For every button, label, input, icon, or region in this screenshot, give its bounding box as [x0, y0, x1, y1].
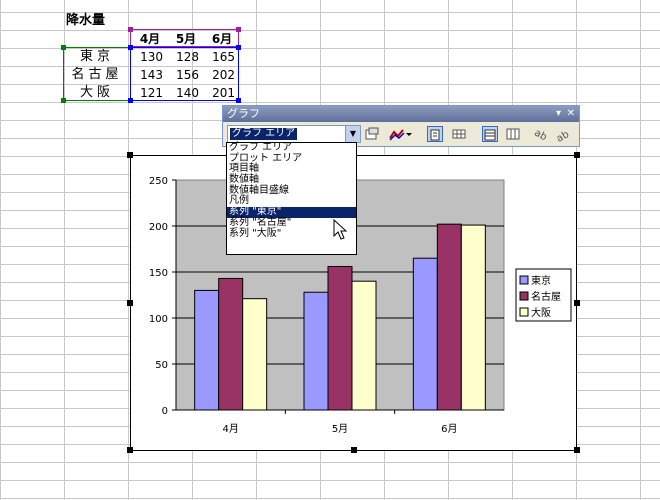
chart-resize-handle[interactable]: [574, 447, 580, 453]
bar-大阪: [460, 224, 486, 411]
bar-東京: [194, 289, 220, 411]
chart-objects-combo-value: グラフ エリア: [230, 128, 298, 140]
chart-type-icon[interactable]: [389, 126, 405, 142]
toolbar-titlebar[interactable]: グラフ ▾ ✕: [223, 106, 579, 122]
svg-text:ab: ab: [555, 129, 569, 142]
chart-type-dropdown-icon[interactable]: [405, 126, 413, 142]
chart-resize-handle[interactable]: [127, 300, 133, 306]
chart-resize-handle[interactable]: [127, 152, 133, 158]
chart-resize-handle[interactable]: [127, 447, 133, 453]
chart-resize-handle[interactable]: [574, 300, 580, 306]
range-handle[interactable]: [128, 98, 133, 103]
chart-toolbar[interactable]: グラフ ▾ ✕ グラフ エリア ▼ ab ab: [222, 105, 580, 147]
range-highlight-values: [130, 47, 239, 101]
y-tick-label: 200: [149, 222, 168, 233]
bar-名古屋: [436, 223, 462, 411]
data-table-icon[interactable]: [451, 126, 467, 142]
legend-toggle-icon[interactable]: [427, 126, 443, 142]
x-tick-label: 4月: [222, 423, 238, 435]
bar-大阪: [351, 280, 377, 411]
by-column-icon[interactable]: [505, 126, 521, 142]
y-tick-label: 250: [149, 176, 168, 187]
chevron-down-icon[interactable]: ▼: [345, 126, 360, 142]
range-handle[interactable]: [236, 45, 241, 50]
range-handle[interactable]: [128, 27, 133, 32]
y-tick-label: 50: [155, 360, 168, 371]
y-tick-label: 100: [149, 314, 168, 325]
bar-名古屋: [327, 265, 353, 411]
bar-大阪: [242, 298, 268, 411]
legend-swatch: [519, 291, 529, 301]
sheet-title: 降水量: [66, 13, 106, 28]
toolbar-title: グラフ: [227, 107, 260, 120]
range-highlight-series-names: [63, 47, 131, 101]
legend-swatch: [519, 275, 529, 285]
range-handle[interactable]: [128, 45, 133, 50]
chart-resize-handle[interactable]: [351, 447, 357, 453]
legend-swatch: [519, 307, 529, 317]
format-selection-icon[interactable]: [364, 126, 380, 142]
chart-resize-handle[interactable]: [574, 152, 580, 158]
chart-objects-combo[interactable]: グラフ エリア ▼: [227, 125, 361, 143]
bar-名古屋: [218, 277, 244, 411]
toolbar-options-icon[interactable]: ▾: [556, 106, 561, 122]
mouse-pointer-icon: [333, 219, 348, 240]
legend-label: 名古屋: [531, 290, 561, 303]
angle-text-down-icon[interactable]: ab: [532, 126, 549, 144]
angle-text-up-icon[interactable]: ab: [553, 126, 571, 145]
range-handle[interactable]: [61, 45, 66, 50]
toolbar-close-icon[interactable]: ✕: [567, 106, 575, 122]
range-highlight-categories: [130, 29, 239, 47]
by-row-icon[interactable]: [482, 126, 498, 142]
range-handle[interactable]: [236, 98, 241, 103]
svg-text:ab: ab: [533, 128, 549, 142]
range-handle[interactable]: [236, 27, 241, 32]
bar-東京: [303, 291, 329, 411]
legend-label: 東京: [531, 274, 551, 287]
y-tick-label: 0: [162, 406, 168, 417]
legend-label: 大阪: [531, 306, 551, 319]
y-tick-label: 150: [149, 268, 168, 279]
x-tick-label: 6月: [441, 423, 457, 435]
range-handle[interactable]: [61, 98, 66, 103]
x-tick-label: 5月: [332, 423, 348, 435]
bar-東京: [412, 257, 438, 411]
